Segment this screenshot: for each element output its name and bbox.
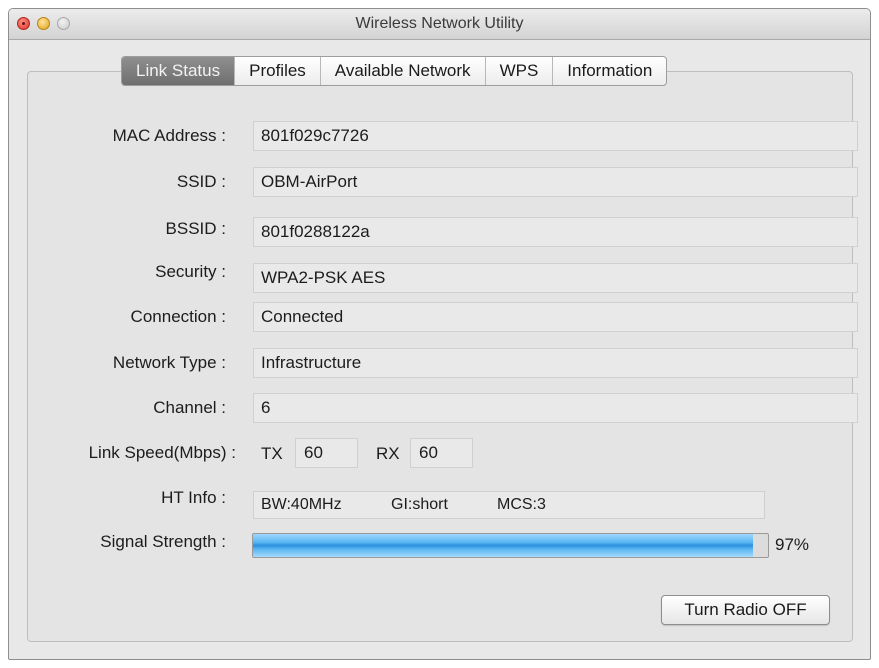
- channel-label: Channel :: [153, 398, 226, 417]
- utility-window: Wireless Network Utility Link Status Pro…: [8, 8, 871, 660]
- bssid-label: BSSID :: [165, 219, 226, 238]
- ht-mcs: MCS:3: [497, 496, 546, 513]
- tab-wps[interactable]: WPS: [484, 57, 553, 85]
- signal-strength-label: Signal Strength :: [100, 532, 226, 551]
- signal-strength-percent: 97%: [775, 535, 810, 554]
- tab-bar: Link Status Profiles Available Network W…: [121, 56, 668, 86]
- security-field: WPA2-PSK AES: [253, 263, 858, 293]
- turn-radio-off-button[interactable]: Turn Radio OFF: [661, 595, 830, 625]
- tab-available-network[interactable]: Available Network: [319, 57, 485, 85]
- channel-field: 6: [253, 393, 858, 423]
- ssid-field: OBM-AirPort: [253, 167, 858, 197]
- rx-field: 60: [410, 438, 473, 468]
- window-title: Wireless Network Utility: [355, 15, 524, 32]
- link-speed-label: Link Speed(Mbps) :: [88, 443, 236, 462]
- signal-strength-bar: [252, 533, 769, 558]
- rx-label: RX: [376, 444, 400, 463]
- ht-guard-interval: GI:short: [391, 496, 448, 513]
- tab-profiles[interactable]: Profiles: [234, 57, 320, 85]
- mac-address-field: 801f029c7726: [253, 121, 858, 151]
- network-type-field: Infrastructure: [253, 348, 858, 378]
- ssid-label: SSID :: [176, 172, 226, 191]
- tab-information[interactable]: Information: [552, 57, 666, 85]
- tx-label: TX: [261, 444, 283, 463]
- title-bar[interactable]: Wireless Network Utility: [9, 9, 870, 40]
- signal-strength-fill: [253, 534, 753, 557]
- mac-address-label: MAC Address :: [112, 126, 226, 145]
- ht-info-label: HT Info :: [161, 488, 226, 507]
- ht-bandwidth: BW:40MHz: [261, 496, 342, 513]
- security-label: Security :: [155, 262, 226, 281]
- tab-link-status[interactable]: Link Status: [122, 57, 235, 85]
- bssid-field: 801f0288122a: [253, 217, 858, 247]
- network-type-label: Network Type :: [112, 353, 226, 372]
- connection-label: Connection :: [130, 307, 226, 326]
- connection-field: Connected: [253, 302, 858, 332]
- ht-info-field: BW:40MHz GI:short MCS:3: [253, 491, 765, 519]
- tx-field: 60: [295, 438, 358, 468]
